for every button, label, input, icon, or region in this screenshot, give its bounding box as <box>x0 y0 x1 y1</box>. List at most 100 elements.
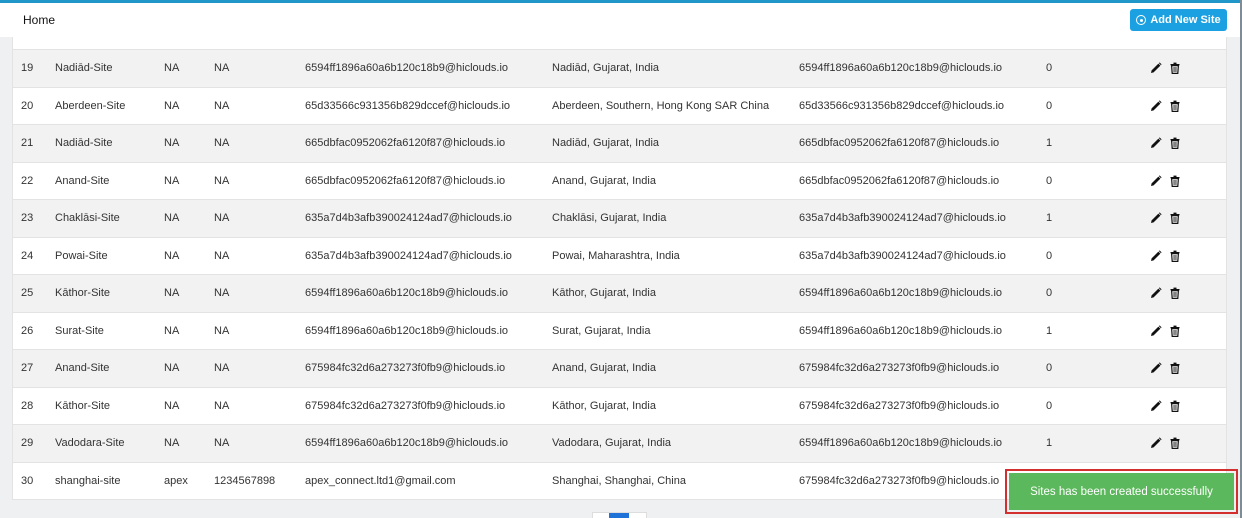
row-id: 30 <box>21 474 34 487</box>
col-a-value: NA <box>164 287 180 300</box>
row-actions <box>1150 62 1181 75</box>
row-actions <box>1150 137 1181 150</box>
row-id: 19 <box>21 62 34 75</box>
table-header-strip <box>13 37 1226 50</box>
contact-email: 6594ff1896a60a6b120c18b9@hiclouds.io <box>799 287 1003 300</box>
toast-message: Sites has been created successfully <box>1030 485 1213 498</box>
pencil-icon[interactable] <box>1150 137 1162 149</box>
row-actions <box>1150 212 1181 225</box>
pagination[interactable] <box>592 512 647 518</box>
device-count: 1 <box>1046 324 1053 337</box>
site-location: Anand, Gujarat, India <box>552 174 656 187</box>
owner-email: 635a7d4b3afb390024124ad7@hiclouds.io <box>305 249 512 262</box>
trash-icon[interactable] <box>1169 100 1181 112</box>
site-location: Chaklāsi, Gujarat, India <box>552 212 667 225</box>
contact-email: 665dbfac0952062fa6120f87@hiclouds.io <box>799 174 1000 187</box>
col-a-value: NA <box>164 212 180 225</box>
contact-email: 675984fc32d6a273273f0fb9@hiclouds.io <box>799 362 1000 375</box>
success-toast[interactable]: Sites has been created successfully <box>1009 473 1234 510</box>
contact-email: 635a7d4b3afb390024124ad7@hiclouds.io <box>799 249 1006 262</box>
table-row: 20 Aberdeen-Site NA NA 65d33566c931356b829dc… <box>13 88 1226 125</box>
page-title: Home <box>23 13 56 27</box>
table-row: 21 Nadiād-Site NA NA 665dbfac0952062fa6120f8… <box>13 125 1226 163</box>
trash-icon[interactable] <box>1169 362 1181 375</box>
pencil-icon[interactable] <box>1150 287 1162 299</box>
site-location: Surat, Gujarat, India <box>552 324 651 337</box>
trash-icon[interactable] <box>1169 212 1181 225</box>
pencil-icon[interactable] <box>1150 175 1162 187</box>
pencil-icon[interactable] <box>1150 400 1162 412</box>
device-count: 1 <box>1046 137 1053 150</box>
site-name: Anand-Site <box>55 174 110 187</box>
row-id: 21 <box>21 137 34 150</box>
add-new-site-button[interactable]: Add New Site <box>1130 9 1227 31</box>
owner-email: 665dbfac0952062fa6120f87@hiclouds.io <box>305 174 506 187</box>
trash-icon[interactable] <box>1169 250 1181 262</box>
contact-email: 6594ff1896a60a6b120c18b9@hiclouds.io <box>799 437 1003 450</box>
trash-icon[interactable] <box>1169 287 1181 300</box>
col-a-value: NA <box>164 62 180 75</box>
trash-icon[interactable] <box>1169 400 1181 412</box>
pencil-icon[interactable] <box>1150 250 1162 262</box>
owner-email: 675984fc32d6a273273f0fb9@hiclouds.io <box>305 362 506 375</box>
contact-email: 635a7d4b3afb390024124ad7@hiclouds.io <box>799 212 1006 225</box>
row-actions <box>1150 100 1181 112</box>
site-name: Kāthor-Site <box>55 287 111 300</box>
owner-email: 6594ff1896a60a6b120c18b9@hiclouds.io <box>305 437 509 450</box>
col-a-value: NA <box>164 324 180 337</box>
device-count: 0 <box>1046 399 1053 412</box>
row-actions <box>1150 400 1181 412</box>
table-row: 26 Surat-Site NA NA 6594ff1896a60a6b120c18b9… <box>13 313 1226 350</box>
site-name: Kāthor-Site <box>55 399 111 412</box>
trash-icon[interactable] <box>1169 175 1181 187</box>
trash-icon[interactable] <box>1169 62 1181 75</box>
row-actions <box>1150 325 1181 337</box>
col-a-value: NA <box>164 137 180 150</box>
col-a-value: NA <box>164 437 180 450</box>
pagination-active-page[interactable] <box>609 513 629 518</box>
trash-icon[interactable] <box>1169 437 1181 450</box>
owner-email: 6594ff1896a60a6b120c18b9@hiclouds.io <box>305 287 509 300</box>
row-id: 27 <box>21 362 34 375</box>
device-count: 1 <box>1046 437 1053 450</box>
sites-table: 19 Nadiād-Site NA NA 6594ff1896a60a6b120c18b… <box>12 37 1227 500</box>
device-count: 0 <box>1046 174 1053 187</box>
trash-icon[interactable] <box>1169 137 1181 150</box>
row-id: 22 <box>21 174 34 187</box>
site-name: Anand-Site <box>55 362 110 375</box>
site-name: Aberdeen-Site <box>55 99 126 112</box>
site-name: Surat-Site <box>55 324 104 337</box>
pencil-icon[interactable] <box>1150 100 1162 112</box>
site-name: Nadiād-Site <box>55 62 113 75</box>
row-actions <box>1150 250 1181 262</box>
col-a-value: apex <box>164 474 188 487</box>
owner-email: 6594ff1896a60a6b120c18b9@hiclouds.io <box>305 324 509 337</box>
col-b-value: NA <box>214 137 230 150</box>
table-row: 28 Kāthor-Site NA NA 675984fc32d6a273273f0fb… <box>13 388 1226 425</box>
col-b-value: NA <box>214 174 230 187</box>
pencil-icon[interactable] <box>1150 62 1162 74</box>
site-location: Powai, Maharashtra, India <box>552 249 680 262</box>
owner-email: 635a7d4b3afb390024124ad7@hiclouds.io <box>305 212 512 225</box>
col-a-value: NA <box>164 174 180 187</box>
owner-email: apex_connect.ltd1@gmail.com <box>305 474 456 487</box>
col-b-value: 1234567898 <box>214 474 276 487</box>
owner-email: 665dbfac0952062fa6120f87@hiclouds.io <box>305 137 506 150</box>
pencil-icon[interactable] <box>1150 437 1162 449</box>
table-row: 24 Powai-Site NA NA 635a7d4b3afb390024124ad7… <box>13 238 1226 275</box>
col-b-value: NA <box>214 99 230 112</box>
pencil-icon[interactable] <box>1150 212 1162 224</box>
contact-email: 6594ff1896a60a6b120c18b9@hiclouds.io <box>799 62 1003 75</box>
pencil-icon[interactable] <box>1150 325 1162 337</box>
row-id: 20 <box>21 99 34 112</box>
site-name: shanghai-site <box>55 474 121 487</box>
contact-email: 65d33566c931356b829dccef@hiclouds.io <box>799 99 1005 112</box>
col-b-value: NA <box>214 362 230 375</box>
col-b-value: NA <box>214 399 230 412</box>
row-id: 29 <box>21 437 34 450</box>
site-name: Chaklāsi-Site <box>55 212 120 225</box>
row-actions <box>1150 362 1181 375</box>
pencil-icon[interactable] <box>1150 362 1162 374</box>
row-actions <box>1150 287 1181 300</box>
trash-icon[interactable] <box>1169 325 1181 337</box>
